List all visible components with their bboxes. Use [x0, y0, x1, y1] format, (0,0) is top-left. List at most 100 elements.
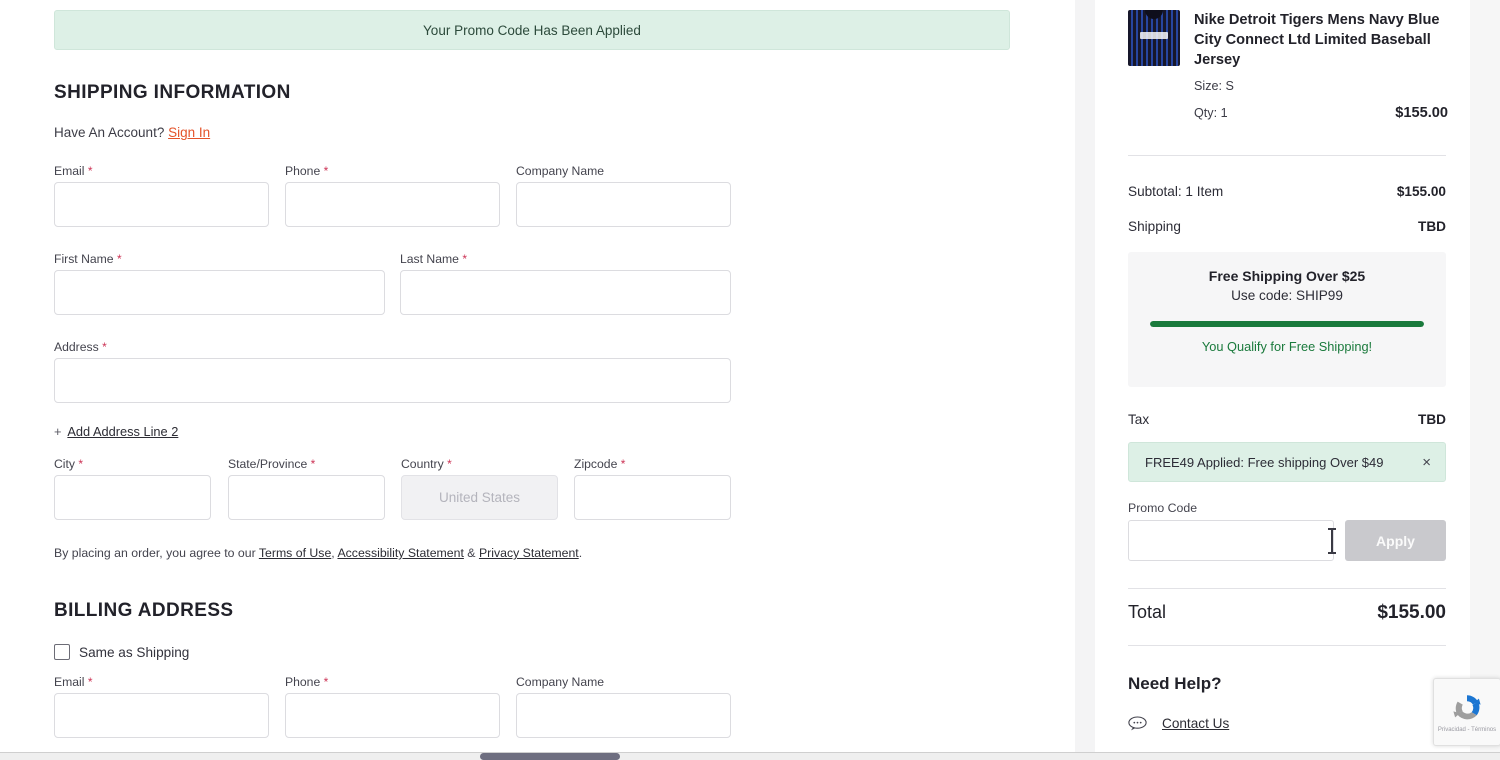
billing-company-input[interactable] [516, 693, 731, 738]
billing-email-label: Email * [54, 675, 93, 689]
shipping-country-input[interactable] [401, 475, 558, 520]
billing-phone-input[interactable] [285, 693, 500, 738]
shipping-last-name-field: Last Name * [400, 252, 731, 315]
same-as-shipping-label: Same as Shipping [79, 644, 190, 660]
free-shipping-title: Free Shipping Over $25 [1208, 268, 1366, 284]
subtotal-label: Subtotal: 1 Item [1128, 184, 1224, 199]
text-cursor-ibeam [1328, 528, 1336, 554]
promo-applied-banner: Your Promo Code Has Been Applied [54, 10, 1010, 50]
shipping-state-field: State/Province * [228, 457, 385, 520]
tax-row: Tax TBD [1128, 412, 1446, 427]
accessibility-statement-link[interactable]: Accessibility Statement [337, 546, 463, 560]
same-as-shipping-checkbox[interactable] [54, 644, 70, 660]
jersey-logo-shape [1140, 32, 1168, 39]
horizontal-scrollbar-track[interactable] [0, 752, 1500, 760]
free-shipping-promo-box: Free Shipping Over $25 Use code: SHIP99 … [1128, 252, 1446, 387]
promo-code-input[interactable] [1128, 520, 1334, 561]
terms-sep-2: & [463, 546, 479, 560]
same-as-shipping-row[interactable]: Same as Shipping [54, 644, 189, 660]
promo-code-label: Promo Code [1128, 501, 1198, 515]
product-price: $155.00 [1395, 105, 1448, 122]
product-thumbnail-jersey-icon [1128, 10, 1180, 66]
required-asterisk: * [87, 164, 93, 178]
shipping-email-field: Email * [54, 164, 269, 227]
remove-promo-close-icon[interactable]: × [1422, 455, 1431, 470]
shipping-company-label: Company Name [516, 164, 605, 178]
checkout-page: Your Promo Code Has Been Applied SHIPPIN… [0, 0, 1500, 760]
contact-us-row[interactable]: Contact Us [1128, 716, 1229, 731]
free-shipping-qualify-message: You Qualify for Free Shipping! [1201, 339, 1373, 354]
billing-email-input[interactable] [54, 693, 269, 738]
plus-icon: + [54, 424, 62, 439]
shipping-address-field: Address * [54, 340, 731, 403]
shipping-address-input[interactable] [54, 358, 731, 403]
add-address-line2-row: + Add Address Line 2 [54, 424, 178, 439]
shipping-email-label: Email * [54, 164, 93, 178]
product-size-label: Size: [1194, 79, 1222, 94]
shipping-zipcode-label: Zipcode * [574, 457, 626, 471]
product-qty: Qty: 1 [1194, 106, 1228, 120]
total-label: Total [1128, 602, 1167, 622]
shipping-city-field: City * [54, 457, 211, 520]
order-product-item: Nike Detroit Tigers Mens Navy Blue City … [1128, 10, 1448, 121]
shipping-email-input[interactable] [54, 182, 269, 227]
horizontal-scrollbar-thumb[interactable] [480, 753, 620, 760]
product-qty-value: 1 [1220, 106, 1228, 121]
required-asterisk: * [447, 457, 452, 471]
shipping-state-input[interactable] [228, 475, 385, 520]
shipping-state-label: State/Province * [228, 457, 316, 471]
required-asterisk: * [323, 164, 329, 178]
billing-email-field: Email * [54, 675, 269, 738]
recaptcha-badge[interactable]: Privacidad - Términos [1433, 678, 1500, 746]
tax-label: Tax [1128, 412, 1150, 427]
subtotal-value: $155.00 [1396, 184, 1446, 199]
shipping-city-input[interactable] [54, 475, 211, 520]
summary-divider-above-total [1128, 588, 1446, 589]
terms-suffix: . [578, 546, 583, 560]
shipping-country-label: Country * [401, 457, 452, 471]
column-gutter [1075, 0, 1095, 752]
shipping-company-field: Company Name [516, 164, 731, 227]
shipping-cost-row: Shipping TBD [1128, 219, 1446, 234]
billing-phone-label: Phone * [285, 675, 329, 689]
product-size-row: Size: S [1194, 79, 1448, 93]
applied-promo-chip: FREE49 Applied: Free shipping Over $49 × [1128, 442, 1446, 482]
apply-promo-button[interactable]: Apply [1345, 520, 1446, 561]
shipping-cost-label: Shipping [1128, 219, 1181, 234]
billing-company-field: Company Name [516, 675, 731, 738]
applied-promo-text: FREE49 Applied: Free shipping Over $49 [1145, 454, 1384, 470]
add-address-line2-link[interactable]: Add Address Line 2 [67, 424, 178, 439]
required-asterisk: * [310, 457, 316, 471]
terms-prefix: By placing an order, you agree to our [54, 546, 259, 560]
shipping-cost-value: TBD [1418, 219, 1446, 234]
terms-of-use-link[interactable]: Terms of Use [259, 546, 331, 560]
billing-company-label: Company Name [516, 675, 605, 689]
required-asterisk: * [462, 252, 467, 266]
product-size-value: S [1225, 79, 1234, 94]
product-info: Nike Detroit Tigers Mens Navy Blue City … [1194, 10, 1448, 121]
summary-divider-top [1128, 155, 1446, 156]
shipping-first-name-label: First Name * [54, 252, 122, 266]
shipping-zipcode-field: Zipcode * [574, 457, 731, 520]
order-total-row: Total $155.00 [1128, 602, 1446, 624]
promo-banner-message: Your Promo Code Has Been Applied [423, 22, 641, 38]
contact-us-link[interactable]: Contact Us [1162, 716, 1229, 731]
jersey-collar-shape [1145, 10, 1163, 19]
shipping-last-name-input[interactable] [400, 270, 731, 315]
shipping-first-name-input[interactable] [54, 270, 385, 315]
recaptcha-text: Privacidad - Términos [1437, 727, 1497, 733]
vertical-scrollbar-track[interactable] [1470, 0, 1500, 752]
shipping-company-input[interactable] [516, 182, 731, 227]
shipping-phone-label: Phone * [285, 164, 329, 178]
order-summary-column: Nike Detroit Tigers Mens Navy Blue City … [1095, 0, 1465, 752]
shipping-address-label: Address * [54, 340, 107, 354]
privacy-statement-link[interactable]: Privacy Statement [479, 546, 579, 560]
sign-in-link[interactable]: Sign In [168, 125, 210, 140]
shipping-zipcode-input[interactable] [574, 475, 731, 520]
shipping-first-name-field: First Name * [54, 252, 385, 315]
total-value: $155.00 [1377, 602, 1446, 623]
shipping-phone-input[interactable] [285, 182, 500, 227]
subtotal-row: Subtotal: 1 Item $155.00 [1128, 184, 1446, 199]
have-account-line: Have An Account? Sign In [54, 125, 210, 140]
product-name: Nike Detroit Tigers Mens Navy Blue City … [1194, 12, 1440, 69]
